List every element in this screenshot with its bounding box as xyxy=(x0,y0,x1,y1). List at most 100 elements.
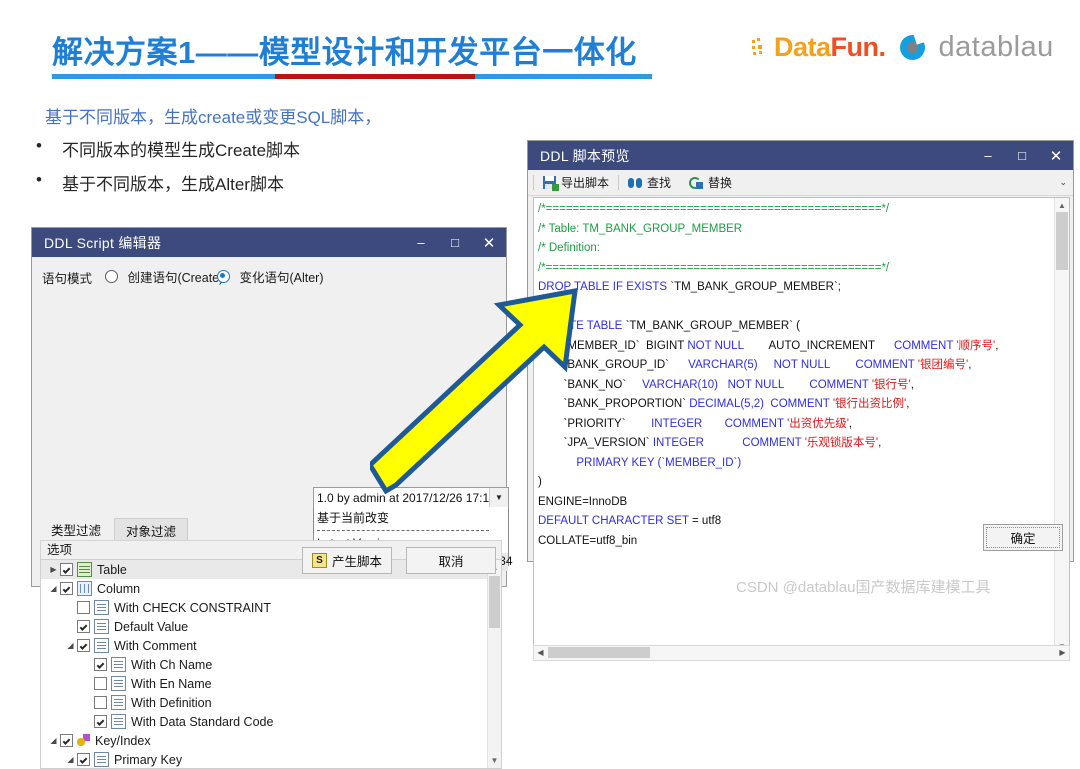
tree-checkbox[interactable] xyxy=(94,715,107,728)
toolbar-overflow-chevron-icon[interactable]: ⌄ xyxy=(1059,170,1067,195)
tree-checkbox[interactable] xyxy=(60,734,73,747)
scroll-up-icon[interactable]: ▲ xyxy=(1055,198,1069,212)
tree-row-label: With Ch Name xyxy=(131,657,213,672)
minimize-icon[interactable]: – xyxy=(404,228,438,257)
generate-script-button[interactable]: S 产生脚本 xyxy=(302,547,392,574)
page-title: 解决方案1——模型设计和开发平台一体化 xyxy=(52,35,637,70)
tree-checkbox[interactable] xyxy=(94,696,107,709)
tree-checkbox[interactable] xyxy=(77,753,90,766)
code-vscrollbar-thumb[interactable] xyxy=(1056,212,1068,270)
tree-row[interactable]: ◢ With Comment xyxy=(41,636,501,655)
code-line: /*======================================… xyxy=(538,200,1054,220)
code-horizontal-scrollbar[interactable]: ◀ ▶ xyxy=(533,645,1070,661)
tab-type-filter[interactable]: 类型过滤 xyxy=(40,518,112,542)
close-icon[interactable]: ✕ xyxy=(472,228,506,257)
find-button[interactable]: 查找 xyxy=(619,170,680,195)
tree-checkbox[interactable] xyxy=(77,620,90,633)
code-line: `BANK_PROPORTION` DECIMAL(5,2) COMMENT '… xyxy=(538,395,1054,415)
cancel-button[interactable]: 取消 xyxy=(406,547,496,574)
datablau-logo-text: datablau xyxy=(938,30,1054,63)
code-vertical-scrollbar[interactable]: ▲ ▼ xyxy=(1054,198,1069,653)
tree-expander-spacer xyxy=(81,712,94,731)
tree-checkbox[interactable] xyxy=(94,658,107,671)
maximize-icon[interactable]: □ xyxy=(438,228,472,257)
tree-row[interactable]: Default Value xyxy=(41,617,501,636)
options-tree[interactable]: ▶ Table ◢ Column With CHECK CONSTRAINT Defaul… xyxy=(40,559,502,769)
replace-button[interactable]: 替换 xyxy=(680,170,741,195)
tree-checkbox[interactable] xyxy=(60,563,73,576)
code-token: VARCHAR(10) xyxy=(642,378,718,391)
tree-scrollbar[interactable]: ▲ ▼ xyxy=(487,560,501,768)
tree-row[interactable]: With Ch Name xyxy=(41,655,501,674)
doc-icon xyxy=(94,638,109,653)
minimize-icon[interactable]: – xyxy=(971,141,1005,170)
tree-expander-icon[interactable]: ◢ xyxy=(47,731,60,750)
code-line: CREATE TABLE `TM_BANK_GROUP_MEMBER` ( xyxy=(538,317,1054,337)
radio-create[interactable]: 创建语句(Create) xyxy=(105,267,223,287)
tree-row-label: Column xyxy=(97,581,141,596)
export-script-button[interactable]: 导出脚本 xyxy=(534,170,618,195)
code-token: AUTO_INCREMENT xyxy=(743,339,894,352)
chevron-down-icon[interactable]: ▼ xyxy=(489,488,508,507)
scroll-left-icon[interactable]: ◀ xyxy=(534,646,547,658)
title-underline-red xyxy=(275,74,475,79)
tree-expander-spacer xyxy=(81,674,94,693)
version-combobox[interactable]: 1.0 by admin at 2017/12/26 17:1... ▼ xyxy=(313,487,509,510)
tab-object-filter[interactable]: 对象过滤 xyxy=(114,518,188,541)
export-script-label: 导出脚本 xyxy=(561,176,610,190)
tree-row[interactable]: With En Name xyxy=(41,674,501,693)
code-token: COMMENT xyxy=(893,339,957,352)
radio-alter[interactable]: 变化语句(Alter) xyxy=(217,267,323,287)
radio-create-label: 创建语句(Create) xyxy=(127,271,224,285)
scroll-right-icon[interactable]: ▶ xyxy=(1056,646,1069,658)
tree-row-label: Key/Index xyxy=(95,733,151,748)
scroll-down-icon[interactable]: ▼ xyxy=(488,753,501,768)
code-token: NOT NULL xyxy=(687,339,744,352)
tree-row-label: Table xyxy=(97,562,127,577)
tree-row[interactable]: With Data Standard Code xyxy=(41,712,501,731)
code-token: = utf8 xyxy=(688,515,722,527)
tree-expander-icon[interactable]: ▶ xyxy=(47,560,60,579)
code-token: '顺序号' xyxy=(956,339,996,352)
tree-expander-spacer xyxy=(64,617,77,636)
code-token: INTEGER xyxy=(652,437,704,449)
bullet-item-1: • 不同版本的模型生成Create脚本 xyxy=(36,136,300,161)
doc-icon xyxy=(94,619,109,634)
code-token: /* Table: TM_BANK_GROUP_MEMBER xyxy=(538,222,743,235)
code-token: COLLATE=utf8_bin xyxy=(538,534,638,547)
tree-row[interactable]: ◢ Primary Key xyxy=(41,750,501,768)
code-line: /* Table: TM_BANK_GROUP_MEMBER xyxy=(538,220,1054,240)
table-icon xyxy=(77,562,92,577)
tree-expander-icon[interactable]: ◢ xyxy=(47,579,60,598)
tree-scrollbar-thumb[interactable] xyxy=(489,576,500,628)
replace-label: 替换 xyxy=(708,176,733,190)
code-hscrollbar-thumb[interactable] xyxy=(548,647,650,658)
tree-expander-icon[interactable]: ◢ xyxy=(64,636,77,655)
tree-row[interactable]: ◢ Key/Index xyxy=(41,731,501,750)
tree-row[interactable]: With Definition xyxy=(41,693,501,712)
tree-row-label: With En Name xyxy=(131,676,212,691)
radio-alter-label: 变化语句(Alter) xyxy=(239,271,324,285)
ok-button[interactable]: 确定 xyxy=(983,524,1063,551)
close-icon[interactable]: ✕ xyxy=(1039,141,1073,170)
datafun-logo-text: DataFun. xyxy=(774,31,886,62)
datablau-mark-icon xyxy=(899,30,928,60)
tree-checkbox[interactable] xyxy=(77,639,90,652)
code-token: , xyxy=(910,378,914,391)
bullet-marker: • xyxy=(36,170,42,189)
export-icon xyxy=(543,176,559,191)
code-token: , xyxy=(878,437,882,449)
tree-expander-icon[interactable]: ◢ xyxy=(64,750,77,768)
code-token: CREATE TABLE xyxy=(538,320,626,332)
tree-row[interactable]: ◢ Column xyxy=(41,579,501,598)
code-token: , xyxy=(995,339,999,352)
code-token: COMMENT xyxy=(724,417,787,430)
maximize-icon[interactable]: □ xyxy=(1005,141,1039,170)
tree-checkbox[interactable] xyxy=(60,582,73,595)
tree-checkbox[interactable] xyxy=(94,677,107,690)
tree-row-label: With Comment xyxy=(114,638,197,653)
ddl-script-preview-window: DDL 脚本预览 – □ ✕ 导出脚本 查找 替换 ⌄ /*==========… xyxy=(528,141,1073,661)
